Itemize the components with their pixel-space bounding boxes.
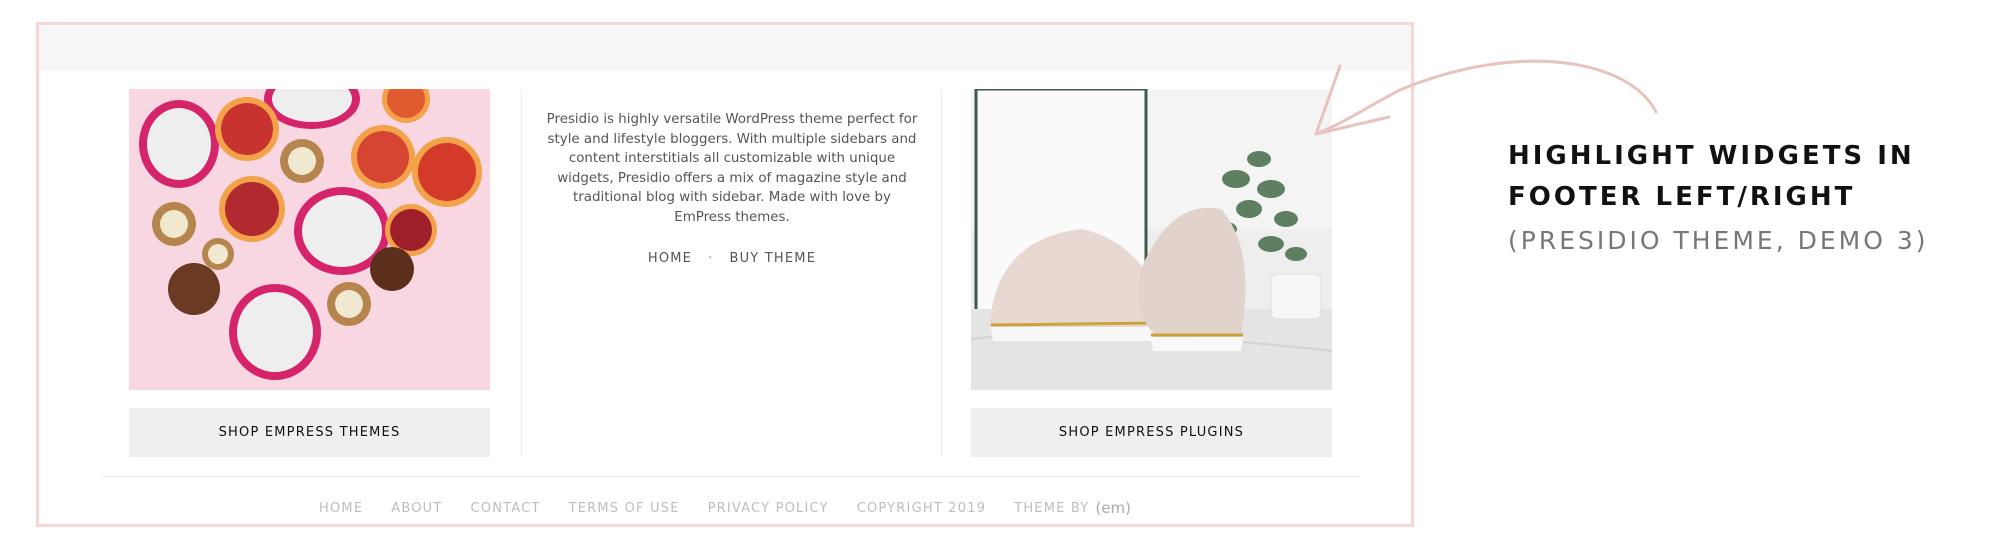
shop-empress-themes-label: SHOP EMPRESS THEMES (218, 425, 401, 440)
center-link-buy-theme[interactable]: BUY THEME (729, 251, 816, 266)
screenshot-frame: SHOP EMPRESS THEMES Presidio is highly v… (36, 22, 1414, 527)
footer-link-terms[interactable]: TERMS OF USE (569, 501, 680, 516)
shop-empress-plugins-button[interactable]: SHOP EMPRESS PLUGINS (971, 408, 1332, 457)
shoes-photo (971, 89, 1332, 390)
theme-description: Presidio is highly versatile WordPress t… (546, 112, 918, 225)
footer-link-privacy[interactable]: PRIVACY POLICY (708, 501, 829, 516)
annotation-subheading: (PRESIDIO THEME, DEMO 3) (1508, 226, 1929, 255)
annotation-heading: HIGHLIGHT WIDGETS IN FOOTER LEFT/RIGHT (1508, 136, 1988, 218)
footer-link-about[interactable]: ABOUT (391, 501, 442, 516)
shop-empress-themes-button[interactable]: SHOP EMPRESS THEMES (129, 408, 490, 457)
footer-link-home[interactable]: HOME (319, 501, 363, 516)
shop-empress-plugins-label: SHOP EMPRESS PLUGINS (1058, 425, 1245, 440)
fruit-photo (129, 89, 490, 390)
center-link-home[interactable]: HOME (648, 251, 692, 266)
top-bar (39, 25, 1411, 71)
footer-link-contact[interactable]: CONTACT (471, 501, 541, 516)
copyright-text: COPYRIGHT 2019 (856, 500, 987, 516)
widget-divider-left (521, 89, 522, 457)
annotation: HIGHLIGHT WIDGETS IN FOOTER LEFT/RIGHT (… (1508, 136, 1988, 255)
annotation-heading-line-2: FOOTER LEFT/RIGHT (1508, 182, 1856, 212)
annotation-heading-line-1: HIGHLIGHT WIDGETS IN (1508, 141, 1915, 171)
widget-divider-right (941, 89, 942, 457)
fruit-illustration (129, 89, 490, 390)
center-widget-links: HOME · BUY THEME (543, 251, 921, 266)
theme-credit-label: THEME BY (1014, 500, 1090, 516)
footer-nav: HOME ABOUT CONTACT TERMS OF USE PRIVACY … (39, 499, 1411, 517)
link-separator: · (708, 251, 714, 266)
theme-credit: THEME BY (em) (1014, 499, 1131, 517)
empress-logo-link[interactable]: (em) (1095, 499, 1131, 517)
shoes-illustration (971, 89, 1332, 390)
footer-divider (101, 476, 1361, 477)
